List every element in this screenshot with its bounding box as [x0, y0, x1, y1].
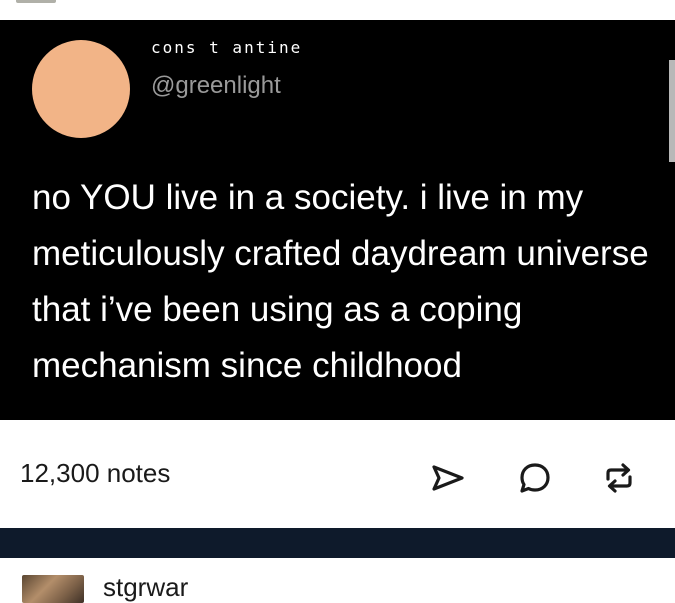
tweet-text: no YOU live in a society. i live in my m…	[32, 178, 649, 385]
notes-count[interactable]: 12,300 notes	[20, 458, 170, 489]
reblog-icon[interactable]	[599, 458, 639, 498]
next-post-avatar[interactable]	[22, 575, 84, 603]
next-post-header: stgrwar	[0, 558, 675, 603]
previous-post-edge	[0, 0, 675, 20]
tweet-screenshot: cons t antine @greenlight no YOU live in…	[0, 20, 675, 420]
post-footer: 12,300 notes	[0, 420, 675, 528]
previous-post-thumbnail	[16, 0, 56, 3]
reply-icon[interactable]	[515, 458, 555, 498]
next-post-username[interactable]: stgrwar	[103, 572, 188, 603]
post-separator-bar	[0, 528, 675, 558]
scrollbar[interactable]	[669, 60, 675, 162]
user-handle: @greenlight	[151, 72, 281, 99]
display-name: cons t antine	[151, 38, 303, 57]
avatar	[32, 40, 130, 138]
send-icon[interactable]	[428, 458, 468, 498]
